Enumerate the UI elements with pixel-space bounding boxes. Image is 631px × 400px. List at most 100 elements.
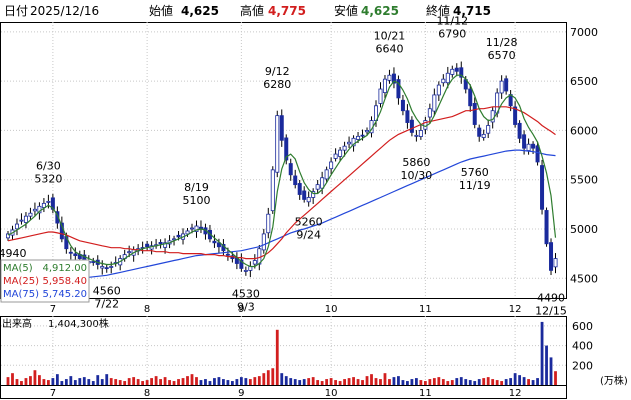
candle-body <box>320 177 325 189</box>
candle-body <box>279 115 284 141</box>
annotation-price: 6790 <box>438 28 466 41</box>
volume-bar <box>159 379 162 385</box>
annotation-price: 6280 <box>263 78 291 91</box>
annotation-date: 12/15 <box>535 304 567 317</box>
month-label: 12 <box>509 388 522 399</box>
volume-bar <box>343 379 346 385</box>
volume-bar <box>302 379 306 385</box>
x-axis-strip <box>0 385 567 399</box>
candle-body <box>382 78 387 93</box>
volume-bar <box>195 377 198 385</box>
volume-bar <box>338 381 342 385</box>
volume-bar <box>136 379 140 385</box>
volume-bar <box>271 368 275 385</box>
candle-body <box>365 130 370 133</box>
volume-bar <box>536 378 539 385</box>
volume-bar <box>383 373 387 385</box>
volume-bar <box>105 374 109 385</box>
candle-body <box>127 251 132 254</box>
volume-bar <box>96 375 100 385</box>
candle-body <box>333 153 338 159</box>
candle-body <box>486 125 491 134</box>
volume-bar <box>177 379 180 385</box>
candlestick-chart: 7000650060005500500045007788991010111112… <box>0 15 628 399</box>
month-label: 7 <box>50 388 56 399</box>
volume-bar <box>388 379 391 385</box>
volume-bar <box>509 378 513 385</box>
volume-bar <box>513 373 517 385</box>
annotation-date: 9/12 <box>265 65 290 78</box>
candle-body <box>315 184 320 190</box>
candle-body <box>306 197 311 203</box>
candle-body <box>342 145 347 151</box>
candle-body <box>329 161 334 170</box>
candle-body <box>450 68 455 75</box>
volume-bar <box>163 377 167 385</box>
volume-bar <box>239 377 243 385</box>
candle-body <box>405 110 410 123</box>
volume-bar <box>504 379 508 385</box>
volume-bar <box>423 381 427 385</box>
volume-bar <box>100 379 104 385</box>
annotation-price: 4490 <box>537 291 565 304</box>
candle-body <box>445 72 450 84</box>
candle-body <box>14 223 19 230</box>
candle-body <box>32 208 37 212</box>
volume-bar <box>352 377 355 385</box>
candle-body <box>28 212 33 217</box>
month-label: 7 <box>50 304 56 315</box>
volume-bar <box>527 379 530 385</box>
annotation-price: 6570 <box>488 49 516 62</box>
volume-bar <box>24 378 28 385</box>
candle-body <box>338 149 343 157</box>
candle-body <box>46 200 51 203</box>
candle-body <box>68 251 73 254</box>
volume-bar <box>186 376 189 385</box>
volume-bar <box>374 378 378 385</box>
annotation-price: 5260 <box>295 215 323 228</box>
ma-legend-value: 5,745.20 <box>42 289 87 300</box>
annotation-date: 6/30 <box>36 159 61 172</box>
candle-body <box>378 88 383 104</box>
candle-body <box>104 267 109 270</box>
volume-bar <box>473 381 477 385</box>
volume-bar <box>356 379 360 385</box>
candle-body <box>100 266 105 269</box>
volume-bar <box>316 380 320 385</box>
candle-body <box>481 133 486 138</box>
candle-body <box>189 227 194 230</box>
volume-bar <box>226 380 230 385</box>
volume-bar <box>33 370 37 385</box>
volume-bar <box>172 381 176 385</box>
volume-bar <box>230 381 234 385</box>
volume-bar <box>204 379 207 385</box>
candle-body <box>504 78 509 92</box>
candle-body <box>549 242 554 271</box>
annotation-price: 5860 <box>402 156 430 169</box>
stock-chart-panel: 日付 2025/12/16 始値 4,625 高値 4,775 安値 4,625… <box>0 0 631 400</box>
volume-title: 出来高 <box>2 317 32 330</box>
volume-bar <box>190 374 194 385</box>
month-label: 11 <box>419 304 432 315</box>
volume-bar <box>419 380 423 385</box>
volume-bar <box>69 376 73 385</box>
volume-bar <box>266 370 270 385</box>
annotation-date: 8/19 <box>184 181 209 194</box>
candle-body <box>356 135 361 140</box>
volume-bar <box>289 378 293 385</box>
volume-tick-label: 600 <box>572 320 593 333</box>
volume-bar <box>459 377 463 385</box>
ma-legend-label: MA(75) <box>3 289 39 300</box>
month-label: 12 <box>509 304 522 315</box>
volume-bar <box>168 380 171 385</box>
candle-body <box>427 108 432 118</box>
volume-bar <box>298 380 302 385</box>
candle-body <box>23 215 28 223</box>
volume-bar <box>217 377 221 385</box>
candle-body <box>212 240 217 244</box>
month-label: 9 <box>238 388 244 399</box>
candle-body <box>441 78 446 84</box>
volume-bar <box>118 380 122 385</box>
candle-body <box>91 261 96 263</box>
volume-bar <box>123 381 127 385</box>
